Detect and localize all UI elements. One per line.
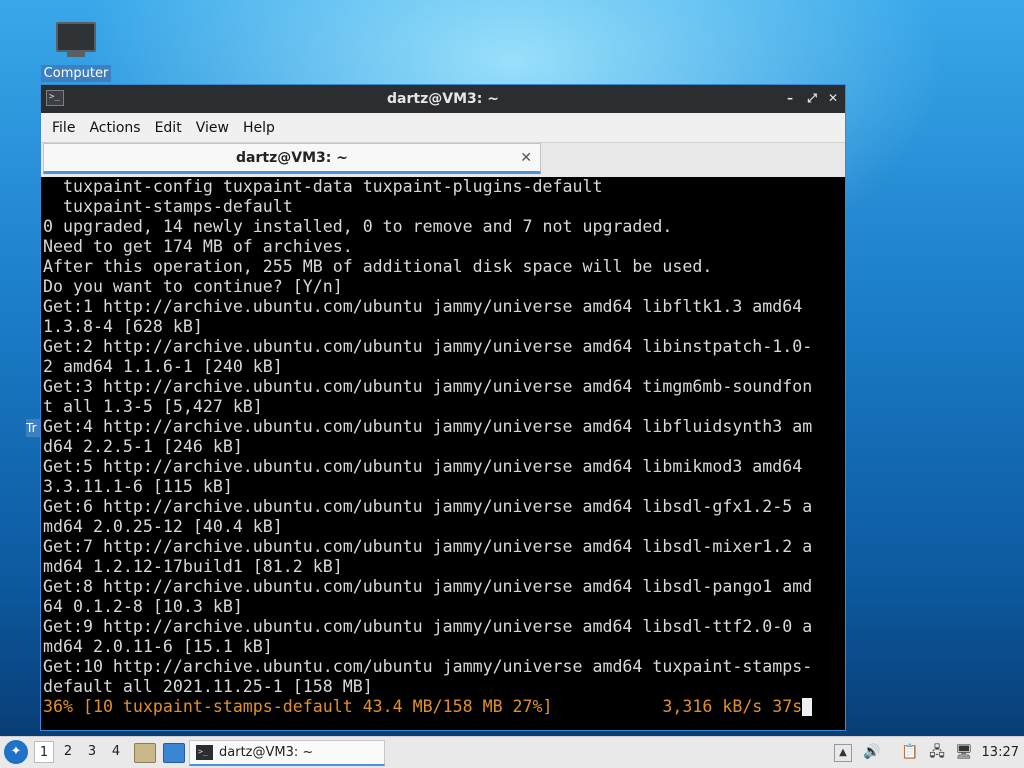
terminal-scrollbar[interactable]: [816, 177, 845, 730]
tab-close-button[interactable]: ✕: [520, 144, 532, 172]
start-menu-button[interactable]: ✦: [4, 740, 28, 764]
workspace-1-button[interactable]: 1: [34, 741, 54, 763]
workspace-2-button[interactable]: 2: [58, 741, 78, 763]
tab-title: dartz@VM3: ~: [236, 150, 348, 166]
terminal-line: md64 2.0.25-12 [40.4 kB]: [43, 517, 283, 536]
close-button[interactable]: ✕: [824, 89, 842, 107]
terminal-line: Get:2 http://archive.ubuntu.com/ubuntu j…: [43, 337, 813, 356]
maximize-button[interactable]: ⤢: [803, 89, 821, 107]
menu-help[interactable]: Help: [236, 113, 282, 143]
terminal-line: Get:3 http://archive.ubuntu.com/ubuntu j…: [43, 377, 813, 396]
monitor-icon: [56, 22, 96, 52]
show-desktop-icon[interactable]: [163, 743, 185, 763]
terminal-line: md64 2.0.11-6 [15.1 kB]: [43, 637, 273, 656]
file-manager-icon[interactable]: [134, 743, 156, 763]
terminal-task-icon: >_: [196, 745, 213, 760]
taskbar-terminal-item[interactable]: >_ dartz@VM3: ~: [189, 740, 385, 766]
terminal-line: Get:7 http://archive.ubuntu.com/ubuntu j…: [43, 537, 813, 556]
terminal-line: Get:5 http://archive.ubuntu.com/ubuntu j…: [43, 457, 803, 476]
terminal-line: Get:4 http://archive.ubuntu.com/ubuntu j…: [43, 417, 813, 436]
clock[interactable]: 13:27: [982, 737, 1019, 768]
terminal-line: default all 2021.11.25-1 [158 MB]: [43, 677, 373, 696]
clipboard-icon[interactable]: 📋: [900, 742, 920, 762]
taskbar: ✦ 1 2 3 4 >_ dartz@VM3: ~ ▲ 🔊 📋 🖧 🖥 13:2…: [0, 736, 1024, 768]
terminal-cursor: [802, 698, 813, 716]
window-titlebar[interactable]: >_ dartz@VM3: ~ – ⤢ ✕: [41, 85, 845, 113]
window-title: dartz@VM3: ~: [387, 91, 499, 107]
tab-bar: dartz@VM3: ~ ✕: [41, 143, 845, 177]
terminal-line: md64 1.2.12-17build1 [81.2 kB]: [43, 557, 343, 576]
menu-bar: File Actions Edit View Help: [41, 113, 845, 143]
terminal-line: Get:1 http://archive.ubuntu.com/ubuntu j…: [43, 297, 803, 316]
download-progress-line: 36% [10 tuxpaint-stamps-default 43.4 MB/…: [43, 697, 814, 717]
terminal-line: Get:8 http://archive.ubuntu.com/ubuntu j…: [43, 577, 813, 596]
terminal-line: Need to get 174 MB of archives.: [43, 237, 353, 256]
terminal-output[interactable]: tuxpaint-config tuxpaint-data tuxpaint-p…: [43, 177, 814, 718]
terminal-line: Get:10 http://archive.ubuntu.com/ubuntu …: [43, 657, 813, 676]
menu-view[interactable]: View: [189, 113, 236, 143]
volume-icon[interactable]: 🔊: [862, 742, 882, 762]
menu-edit[interactable]: Edit: [148, 113, 189, 143]
terminal-line: d64 2.2.5-1 [246 kB]: [43, 437, 243, 456]
terminal-line: tuxpaint-stamps-default: [43, 197, 293, 216]
terminal-line: After this operation, 255 MB of addition…: [43, 257, 713, 276]
terminal-line: Do you want to continue? [Y/n]: [43, 277, 343, 296]
terminal-window: >_ dartz@VM3: ~ – ⤢ ✕ File Actions Edit Vie…: [40, 84, 846, 731]
menu-actions[interactable]: Actions: [82, 113, 147, 143]
terminal-line: 64 0.1.2-8 [10.3 kB]: [43, 597, 243, 616]
terminal-line: t all 1.3-5 [5,427 kB]: [43, 397, 263, 416]
terminal-line: tuxpaint-config tuxpaint-data tuxpaint-p…: [43, 177, 603, 196]
terminal-line: 0 upgraded, 14 newly installed, 0 to rem…: [43, 217, 673, 236]
computer-desktop-icon[interactable]: Computer: [40, 22, 112, 82]
terminal-line: Get:6 http://archive.ubuntu.com/ubuntu j…: [43, 497, 813, 516]
network-icon[interactable]: 🖧: [927, 742, 947, 762]
computer-icon-label: Computer: [40, 65, 112, 82]
terminal-line: 2 amd64 1.1.6-1 [240 kB]: [43, 357, 283, 376]
taskbar-terminal-label: dartz@VM3: ~: [219, 745, 314, 760]
notification-icon[interactable]: ▲: [834, 744, 852, 762]
terminal-line: 1.3.8-4 [628 kB]: [43, 317, 203, 336]
update-icon[interactable]: 🖥: [954, 742, 974, 762]
download-progress-text: 36% [10 tuxpaint-stamps-default 43.4 MB/…: [43, 697, 803, 716]
terminal-line: Get:9 http://archive.ubuntu.com/ubuntu j…: [43, 617, 813, 636]
minimize-button[interactable]: –: [781, 89, 799, 107]
terminal-line: 3.3.11.1-6 [115 kB]: [43, 477, 233, 496]
workspace-3-button[interactable]: 3: [82, 741, 102, 763]
menu-file[interactable]: File: [41, 113, 82, 143]
workspace-4-button[interactable]: 4: [106, 741, 126, 763]
tab-terminal[interactable]: dartz@VM3: ~ ✕: [43, 143, 541, 174]
